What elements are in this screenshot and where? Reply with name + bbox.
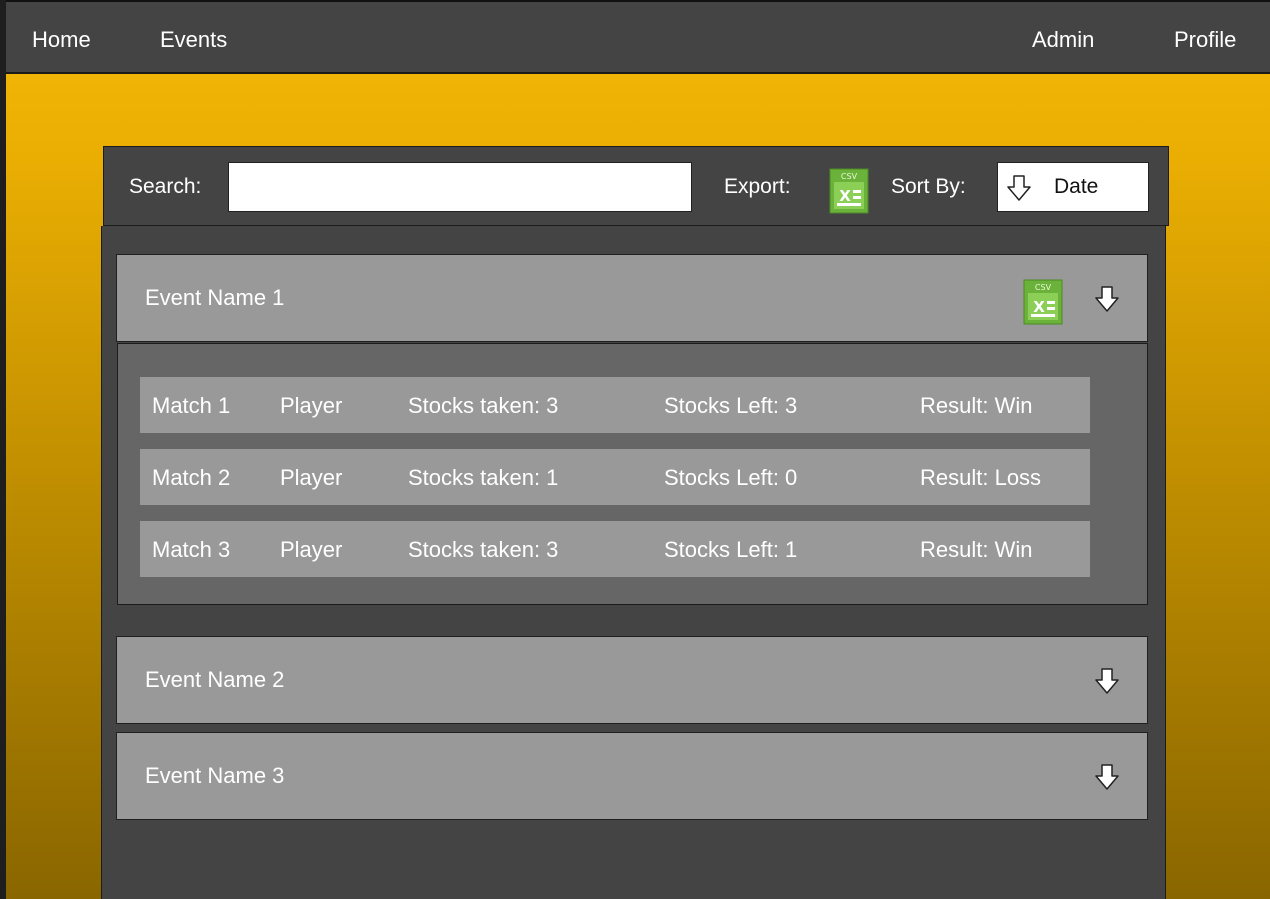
match-row: Match 2 Player Stocks taken: 1 Stocks Le… [140, 449, 1090, 505]
event-name: Event Name 2 [145, 667, 285, 692]
match-row: Match 1 Player Stocks taken: 3 Stocks Le… [140, 377, 1090, 433]
match-label: Match 1 [152, 393, 231, 418]
player-name: Player [280, 537, 343, 562]
page-background: Home Events Admin Profile Search: Export… [6, 0, 1270, 899]
sort-select[interactable]: Date [997, 162, 1149, 212]
nav-profile-link[interactable]: Profile [1174, 27, 1236, 53]
player-name: Player [280, 465, 343, 490]
events-panel: Event Name 1 CSV X Match 1 Player Stocks… [101, 226, 1166, 899]
match-result: Result: Win [920, 537, 1033, 562]
stocks-left: Stocks Left: 3 [664, 393, 798, 418]
event-header-1[interactable]: Event Name 1 CSV X [116, 254, 1148, 342]
stocks-taken: Stocks taken: 3 [408, 537, 559, 562]
nav-admin-link[interactable]: Admin [1032, 27, 1094, 53]
expand-arrow-icon[interactable] [1095, 668, 1119, 694]
expand-arrow-icon[interactable] [1095, 764, 1119, 790]
match-result: Result: Win [920, 393, 1033, 418]
sort-value: Date [1054, 175, 1099, 198]
svg-text:X: X [1033, 298, 1045, 316]
event-details-1: Match 1 Player Stocks taken: 3 Stocks Le… [117, 343, 1148, 605]
down-arrow-icon [1007, 175, 1031, 201]
match-row: Match 3 Player Stocks taken: 3 Stocks Le… [140, 521, 1090, 577]
expand-arrow-icon[interactable] [1095, 286, 1119, 312]
top-nav-bar: Home Events Admin Profile [6, 0, 1270, 74]
svg-text:CSV: CSV [841, 172, 858, 181]
player-name: Player [280, 393, 343, 418]
search-label: Search: [129, 175, 202, 198]
csv-export-icon[interactable]: CSV X [1023, 279, 1063, 325]
stocks-taken: Stocks taken: 3 [408, 393, 559, 418]
nav-events-link[interactable]: Events [160, 27, 227, 53]
match-label: Match 3 [152, 537, 231, 562]
event-header-3[interactable]: Event Name 3 [116, 732, 1148, 820]
event-name: Event Name 1 [145, 285, 285, 310]
stocks-taken: Stocks taken: 1 [408, 465, 559, 490]
event-header-2[interactable]: Event Name 2 [116, 636, 1148, 724]
svg-text:X: X [839, 187, 851, 205]
event-name: Event Name 3 [145, 763, 285, 788]
stocks-left: Stocks Left: 1 [664, 537, 798, 562]
nav-home-link[interactable]: Home [32, 27, 91, 53]
stocks-left: Stocks Left: 0 [664, 465, 798, 490]
search-input[interactable] [228, 162, 692, 212]
search-toolbar: Search: Export: CSV X Sort By: Date [103, 146, 1169, 226]
export-label: Export: [724, 175, 791, 198]
svg-text:CSV: CSV [1035, 283, 1052, 292]
csv-export-icon[interactable]: CSV X [829, 168, 869, 214]
sort-label: Sort By: [891, 175, 966, 198]
match-result: Result: Loss [920, 465, 1042, 490]
match-label: Match 2 [152, 465, 231, 490]
